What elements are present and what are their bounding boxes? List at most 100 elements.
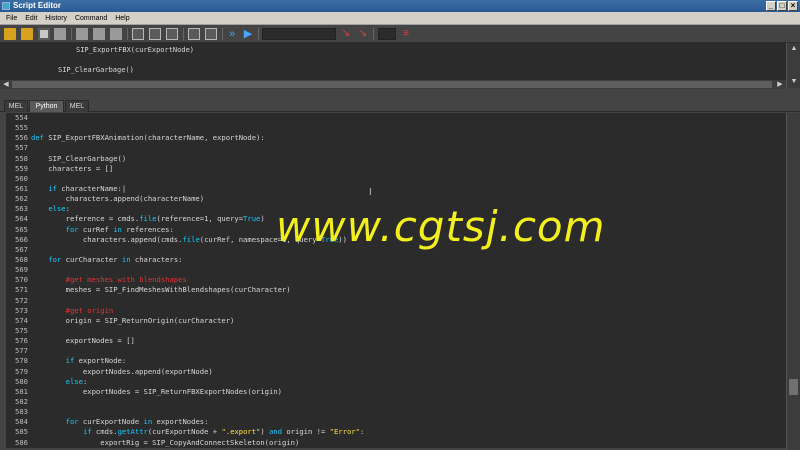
execute-icon[interactable]: ▶ <box>242 28 254 40</box>
menu-help[interactable]: Help <box>115 12 129 25</box>
goto-line-field[interactable] <box>378 28 396 40</box>
history-pane[interactable]: SIP_ExportFBX(curExportNode) SIP_ClearGa… <box>0 43 786 80</box>
clear-input-icon[interactable] <box>93 28 105 40</box>
code-token: ".export" <box>221 427 261 437</box>
watermark: www.cgtsj.com <box>276 202 606 251</box>
tab-python[interactable]: Python <box>29 100 64 112</box>
line-number: 560 <box>15 173 28 183</box>
tab-mel-2[interactable]: MEL <box>65 100 89 112</box>
code-line: for curCharacter in characters: <box>31 255 786 265</box>
execute-all-icon[interactable]: » <box>226 28 238 40</box>
code-token: SIP_ClearGarbage() <box>31 153 127 163</box>
code-token: references: <box>121 224 174 234</box>
line-number: 556 <box>15 133 28 143</box>
code-line: exportRig = SIP_CopyAndConnectSkeleton(o… <box>31 438 786 448</box>
line-number: 572 <box>15 295 28 305</box>
code-token: characterName:| <box>56 183 127 193</box>
line-number: 559 <box>15 163 28 173</box>
scroll-left-icon[interactable]: ◀ <box>1 80 11 89</box>
source-script-icon[interactable] <box>21 28 33 40</box>
code-line: exportNodes.append(exportNode) <box>31 367 786 377</box>
menu-bar: File Edit History Command Help <box>0 12 800 25</box>
tab-mel[interactable]: MEL <box>4 100 28 112</box>
code-token: exportRig = SIP_CopyAndConnectSkeleton(o… <box>31 437 300 447</box>
clear-all-icon[interactable] <box>110 28 122 40</box>
line-number: 585 <box>15 427 28 437</box>
show-input-icon[interactable] <box>149 28 161 40</box>
code-token: curRef <box>78 224 114 234</box>
line-number: 569 <box>15 265 28 275</box>
code-editor[interactable]: 554 555 556 557 558 559 560 561 562 563 564 565 566 5… <box>6 113 786 448</box>
code-token: file <box>182 234 200 244</box>
show-both-icon[interactable] <box>166 28 178 40</box>
echo-all-commands-icon[interactable] <box>188 28 200 40</box>
code-token: "Error" <box>329 427 360 437</box>
code-line: origin = SIP_ReturnOrigin(curCharacter) <box>31 316 786 326</box>
save-script-icon[interactable] <box>38 28 50 40</box>
clear-history-icon[interactable] <box>76 28 88 40</box>
scrollbar-thumb[interactable] <box>789 379 798 395</box>
scroll-down-icon[interactable]: ▼ <box>789 77 799 86</box>
line-number: 581 <box>15 386 28 396</box>
scrollbar-thumb[interactable] <box>12 81 772 88</box>
code-area[interactable]: def SIP_ExportFBXAnimation(characterName… <box>31 113 786 448</box>
code-token: getAttr <box>117 427 148 437</box>
close-button[interactable]: × <box>788 1 798 11</box>
menu-file[interactable]: File <box>6 12 17 25</box>
code-token: (reference=1, query= <box>156 214 244 224</box>
editor-vertical-scrollbar[interactable] <box>786 113 800 450</box>
line-number: 586 <box>15 437 28 447</box>
line-number: 571 <box>15 285 28 295</box>
show-history-icon[interactable] <box>132 28 144 40</box>
search-next-icon[interactable]: ↘ <box>340 28 352 40</box>
code-token: characters.append(characterName) <box>31 194 205 204</box>
scroll-right-icon[interactable]: ▶ <box>775 80 785 89</box>
line-number: 582 <box>15 396 28 406</box>
code-token: characters.append(cmds. <box>31 234 183 244</box>
pane-splitter[interactable] <box>0 89 800 98</box>
code-line: def SIP_ExportFBXAnimation(characterName… <box>31 133 786 143</box>
code-token: exportNode: <box>74 356 127 366</box>
line-number: 580 <box>15 376 28 386</box>
history-horizontal-scrollbar[interactable]: ◀ ▶ <box>0 80 786 89</box>
save-to-shelf-icon[interactable] <box>54 28 66 40</box>
line-number: 573 <box>15 305 28 315</box>
code-token: else <box>48 204 66 214</box>
maximize-button[interactable]: □ <box>777 1 787 11</box>
code-token: in <box>113 224 122 234</box>
menu-history[interactable]: History <box>45 12 67 25</box>
history-vertical-scrollbar[interactable]: ▲ ▼ <box>786 43 800 88</box>
line-numbers-icon[interactable] <box>205 28 217 40</box>
search-prev-icon[interactable]: ↘ <box>357 28 369 40</box>
menu-command[interactable]: Command <box>75 12 107 25</box>
line-number: 575 <box>15 325 28 335</box>
toolbar-divider <box>258 28 259 40</box>
line-number: 583 <box>15 407 28 417</box>
title-bar[interactable]: Script Editor _ □ × <box>0 0 800 12</box>
code-token: ) <box>260 427 270 437</box>
code-token: if <box>82 427 92 437</box>
code-token: else <box>65 376 83 386</box>
code-token: def <box>31 133 44 143</box>
toolbar-divider <box>127 28 128 40</box>
tab-bar: MEL Python MEL <box>0 98 800 112</box>
code-token: : <box>359 427 365 437</box>
goto-line-icon[interactable]: ≡ <box>400 28 412 40</box>
minimize-button[interactable]: _ <box>766 1 776 11</box>
menu-edit[interactable]: Edit <box>25 12 37 25</box>
search-input[interactable] <box>262 28 336 40</box>
open-script-icon[interactable] <box>4 28 16 40</box>
code-token: ) <box>260 214 265 224</box>
code-token: in <box>121 254 131 264</box>
code-token: : <box>65 204 70 214</box>
scroll-up-icon[interactable]: ▲ <box>789 44 799 53</box>
